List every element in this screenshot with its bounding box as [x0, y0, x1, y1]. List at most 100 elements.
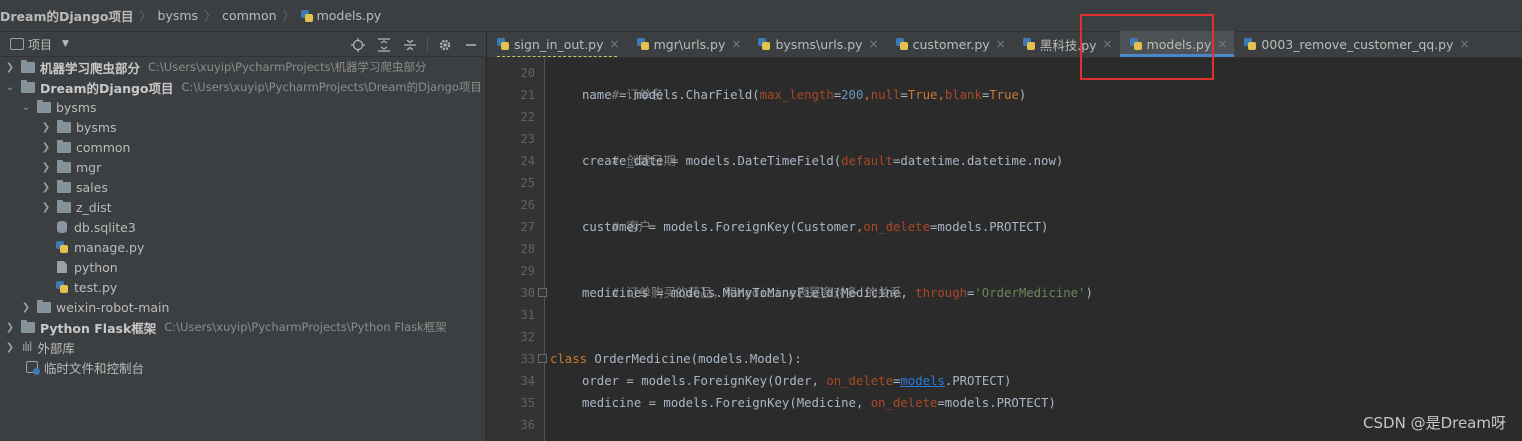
close-icon[interactable]: ×	[1103, 37, 1113, 51]
chevron-right-icon[interactable]: ❯	[40, 202, 52, 213]
tree-item-path: C:\Users\xuyip\PycharmProjects\机器学习爬虫部分	[148, 60, 427, 74]
line-number: 35	[520, 396, 535, 410]
tab-heikeji[interactable]: 黑科技.py ×	[1013, 31, 1120, 57]
python-file-icon	[1244, 38, 1257, 50]
folder-icon	[57, 119, 71, 133]
tab-label: sign_in_out.py	[514, 36, 604, 52]
tree-item-external-libraries[interactable]: ❯ ılıl 外部库	[0, 337, 486, 357]
line-number: 25	[520, 176, 535, 190]
fold-marker-icon[interactable]	[538, 354, 547, 363]
line-number: 21	[520, 88, 535, 102]
python-file-icon	[1129, 38, 1142, 50]
tree-item-folder[interactable]: ❯ mgr	[0, 157, 486, 177]
code-line-20: # 订单名	[611, 88, 664, 102]
tree-item-label: db.sqlite3	[74, 219, 136, 235]
tree-item-label: mgr	[76, 159, 102, 175]
tree-item-label: bysms	[56, 99, 97, 115]
editor-tabs: sign_in_out.py × mgr\urls.py × bysms\url…	[487, 31, 1522, 58]
tree-item-folder[interactable]: ❯ weixin-robot-main	[0, 297, 486, 317]
project-panel-title[interactable]: 项目	[28, 36, 52, 53]
tab-bysms-urls[interactable]: bysms\urls.py ×	[748, 31, 885, 57]
tree-item-folder[interactable]: ❯ sales	[0, 177, 486, 197]
python-file-icon	[636, 38, 649, 50]
tree-item-path: C:\Users\xuyip\PycharmProjects\Dream的Dja…	[181, 80, 482, 94]
breadcrumb-separator: 〉	[204, 9, 217, 23]
database-icon	[57, 221, 67, 233]
file-icon	[57, 261, 67, 273]
line-number: 32	[520, 330, 535, 344]
collapse-all-icon[interactable]	[401, 36, 419, 54]
tree-item-folder[interactable]: ⌄ bysms	[0, 97, 486, 117]
fold-marker-icon[interactable]	[538, 288, 547, 297]
python-file-icon	[56, 241, 68, 253]
tree-item-project[interactable]: ⌄ Dream的Django项目 C:\Users\xuyip\PycharmP…	[0, 77, 486, 97]
close-icon[interactable]: ×	[731, 37, 741, 51]
watermark: CSDN @是Dream呀	[1363, 414, 1506, 432]
line-number-gutter[interactable]: 20 21 22 23 24 25 26 27 28 29 30 31 32 3…	[487, 58, 545, 441]
tab-customer[interactable]: customer.py ×	[886, 31, 1013, 57]
tree-item-file[interactable]: test.py	[0, 277, 486, 297]
tree-item-label: Dream的Django项目	[40, 80, 174, 96]
tree-item-folder[interactable]: ❯ bysms	[0, 117, 486, 137]
line-number: 20	[520, 66, 535, 80]
code-editor[interactable]: # 订单名 name = models.CharField(max_length…	[549, 58, 1522, 441]
tree-item-file[interactable]: db.sqlite3	[0, 217, 486, 237]
chevron-right-icon[interactable]: ❯	[4, 322, 16, 333]
tree-item-label: 临时文件和控制台	[44, 360, 145, 376]
line-number: 34	[520, 374, 535, 388]
line-number: 31	[520, 308, 535, 322]
tree-item-file[interactable]: manage.py	[0, 237, 486, 257]
folder-icon	[37, 299, 51, 313]
tree-item-path: C:\Users\xuyip\PycharmProjects\Python Fl…	[164, 320, 447, 334]
tab-mgr-urls[interactable]: mgr\urls.py ×	[627, 31, 749, 57]
breadcrumb-bysms[interactable]: bysms	[154, 8, 203, 23]
tab-label: bysms\urls.py	[775, 36, 863, 52]
chevron-down-icon[interactable]: ⌄	[4, 82, 16, 93]
hide-panel-icon[interactable]	[462, 36, 480, 54]
chevron-right-icon[interactable]: ❯	[20, 302, 32, 313]
tree-item-project[interactable]: ❯ 机器学习爬虫部分 C:\Users\xuyip\PycharmProject…	[0, 57, 486, 77]
tab-migration[interactable]: 0003_remove_customer_qq.py ×	[1234, 31, 1476, 57]
code-line-29: # 订单购买的药品，和Medicine表是多对多 的关系	[611, 286, 903, 300]
breadcrumb-project[interactable]: Dream的Django项目	[0, 6, 138, 25]
tab-label: models.py	[1146, 36, 1212, 52]
python-file-icon	[895, 38, 908, 50]
chevron-right-icon[interactable]: ❯	[40, 122, 52, 133]
chevron-right-icon[interactable]: ❯	[40, 142, 52, 153]
tree-item-label: 机器学习爬虫部分	[40, 60, 141, 76]
close-icon[interactable]: ×	[996, 37, 1006, 51]
chevron-right-icon[interactable]: ❯	[4, 62, 16, 73]
chevron-right-icon[interactable]: ❯	[40, 162, 52, 173]
expand-all-icon[interactable]	[375, 36, 393, 54]
line-number: 36	[520, 418, 535, 432]
chevron-down-icon[interactable]: ⌄	[20, 102, 32, 113]
tree-item-label: sales	[76, 179, 108, 195]
tab-label: customer.py	[912, 36, 990, 52]
python-file-icon	[1022, 38, 1035, 50]
close-icon[interactable]: ×	[610, 37, 620, 51]
folder-icon	[57, 139, 71, 153]
breadcrumb-file[interactable]: models.py	[297, 8, 386, 23]
chevron-down-icon[interactable]: ▼	[62, 39, 69, 49]
tree-item-folder[interactable]: ❯ z_dist	[0, 197, 486, 217]
python-file-icon	[300, 9, 313, 22]
project-panel-icon	[10, 38, 24, 50]
folder-icon	[57, 199, 71, 213]
tree-item-label: weixin-robot-main	[56, 299, 170, 315]
chevron-right-icon[interactable]: ❯	[40, 182, 52, 193]
scratches-icon	[26, 361, 40, 375]
breadcrumb-common[interactable]: common	[218, 8, 280, 23]
close-icon[interactable]: ×	[869, 37, 879, 51]
chevron-right-icon[interactable]: ❯	[4, 342, 16, 353]
tree-item-file[interactable]: python	[0, 257, 486, 277]
close-icon[interactable]: ×	[1460, 37, 1470, 51]
tree-item-scratches[interactable]: 临时文件和控制台	[0, 357, 486, 377]
tab-models[interactable]: models.py ×	[1119, 31, 1235, 57]
tree-item-project[interactable]: ❯ Python Flask框架 C:\Users\xuyip\PycharmP…	[0, 317, 486, 337]
close-icon[interactable]: ×	[1217, 37, 1227, 51]
gear-icon[interactable]	[436, 36, 454, 54]
locate-file-icon[interactable]	[349, 36, 367, 54]
tab-sign-in-out[interactable]: sign_in_out.py ×	[487, 31, 627, 57]
tree-item-folder[interactable]: ❯ common	[0, 137, 486, 157]
breadcrumb-file-label: models.py	[316, 8, 382, 23]
